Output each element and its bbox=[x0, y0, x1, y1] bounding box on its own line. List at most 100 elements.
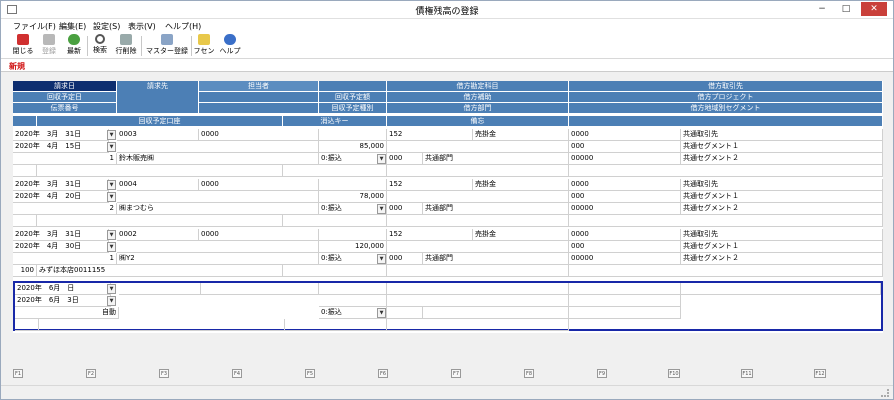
partner-name-field[interactable]: 共通取引先 bbox=[681, 179, 883, 191]
segment-code-field[interactable]: 00000 bbox=[569, 253, 681, 265]
slip-no-field[interactable]: 1 bbox=[13, 153, 117, 165]
header-debit-segment[interactable]: 借方地域別セグメント bbox=[569, 103, 883, 114]
chevron-down-icon[interactable]: ▼ bbox=[107, 142, 116, 152]
empty-cell[interactable] bbox=[569, 165, 883, 177]
partner-code-field[interactable]: 0000 bbox=[569, 229, 681, 241]
header-collect-amount[interactable]: 回収予定額 bbox=[319, 92, 387, 103]
chevron-down-icon[interactable]: ▼ bbox=[107, 230, 116, 240]
maximize-button[interactable]: □ bbox=[837, 2, 855, 16]
resize-grip-icon[interactable] bbox=[881, 389, 889, 397]
memo-field[interactable] bbox=[387, 165, 569, 177]
bank-code-field[interactable] bbox=[13, 165, 37, 177]
invoice-date-field[interactable]: 2020年 3月 31日 bbox=[13, 229, 109, 241]
close-button[interactable]: 閉じる bbox=[11, 34, 35, 58]
segment-name-field[interactable]: 共通セグメント２ bbox=[681, 253, 883, 265]
bank-name-field[interactable] bbox=[37, 215, 283, 227]
new-customer-field[interactable] bbox=[119, 283, 201, 295]
menu-help[interactable]: ヘルプ(H) bbox=[165, 21, 201, 32]
header-staff[interactable]: 担当者 bbox=[199, 81, 319, 92]
amount-field[interactable]: 85,000 bbox=[319, 141, 387, 153]
project-name-field[interactable]: 共通セグメント１ bbox=[681, 241, 883, 253]
clearing-key-field[interactable] bbox=[283, 165, 387, 177]
header-slip-no[interactable]: 伝票番号 bbox=[13, 103, 117, 114]
fkey-4[interactable]: F4 bbox=[232, 369, 242, 378]
new-amount-field[interactable] bbox=[319, 295, 387, 307]
empty-cell[interactable] bbox=[117, 141, 319, 153]
minimize-button[interactable]: − bbox=[813, 2, 831, 16]
customer-name-field[interactable]: ㈱まつむら bbox=[117, 203, 319, 215]
chevron-down-icon[interactable]: ▼ bbox=[377, 204, 386, 214]
customer-code-field[interactable]: 0002 bbox=[117, 229, 199, 241]
customer-name-field[interactable]: 鈴木販売㈱ bbox=[117, 153, 319, 165]
dept-code-field[interactable]: 000 bbox=[387, 253, 423, 265]
new-account-field[interactable] bbox=[387, 283, 569, 295]
register-button[interactable]: 登録 bbox=[39, 34, 59, 58]
account-name-field[interactable]: 売掛金 bbox=[473, 129, 569, 141]
new-empty-cell[interactable] bbox=[319, 283, 387, 295]
fkey-2[interactable]: F2 bbox=[86, 369, 96, 378]
customer-code-field[interactable]: 0003 bbox=[117, 129, 199, 141]
new-dept-code-field[interactable] bbox=[387, 307, 423, 319]
new-partner-name-field[interactable] bbox=[681, 283, 881, 295]
new-bank-code-field[interactable] bbox=[15, 319, 39, 331]
new-invoice-date-field[interactable]: 2020年 6月 日 bbox=[15, 283, 111, 295]
clearing-key-field[interactable] bbox=[283, 265, 387, 277]
delete-row-button[interactable]: 行削除 bbox=[114, 34, 138, 58]
chevron-down-icon[interactable]: ▼ bbox=[107, 192, 116, 202]
sub-code-field[interactable] bbox=[387, 191, 569, 203]
segment-name-field[interactable]: 共通セグメント２ bbox=[681, 203, 883, 215]
new-clearing-key-field[interactable] bbox=[285, 319, 387, 331]
staff-code-field[interactable]: 0000 bbox=[199, 229, 319, 241]
menu-file[interactable]: ファイル(F) bbox=[13, 21, 56, 32]
empty-cell[interactable] bbox=[319, 229, 387, 241]
close-window-button[interactable]: ✕ bbox=[861, 2, 887, 16]
chevron-down-icon[interactable]: ▼ bbox=[107, 130, 116, 140]
due-date-field[interactable]: 2020年 4月 20日 bbox=[13, 191, 109, 203]
chevron-down-icon[interactable]: ▼ bbox=[107, 180, 116, 190]
fkey-7[interactable]: F7 bbox=[451, 369, 461, 378]
new-memo-field[interactable] bbox=[387, 319, 569, 331]
new-partner-field[interactable] bbox=[569, 283, 681, 295]
segment-code-field[interactable]: 00000 bbox=[569, 153, 681, 165]
customer-name-field[interactable]: ㈱Y2 bbox=[117, 253, 319, 265]
account-code-field[interactable]: 152 bbox=[387, 129, 473, 141]
project-code-field[interactable]: 000 bbox=[569, 141, 681, 153]
header-debit-dept[interactable]: 借方部門 bbox=[387, 103, 569, 114]
empty-cell[interactable] bbox=[319, 129, 387, 141]
segment-code-field[interactable]: 00000 bbox=[569, 203, 681, 215]
new-staff-field[interactable] bbox=[201, 283, 319, 295]
slip-no-field[interactable]: 1 bbox=[13, 253, 117, 265]
bank-name-field[interactable]: みずほ本店0011155 bbox=[37, 265, 283, 277]
empty-cell[interactable] bbox=[569, 215, 883, 227]
account-code-field[interactable]: 152 bbox=[387, 229, 473, 241]
new-dept-name-field[interactable] bbox=[423, 307, 569, 319]
fkey-5[interactable]: F5 bbox=[305, 369, 315, 378]
empty-cell[interactable] bbox=[117, 241, 319, 253]
sub-code-field[interactable] bbox=[387, 141, 569, 153]
new-record-block[interactable]: 2020年 6月 日 ▼ 2020年 6月 3日 ▼ 自動 0:振込 ▼ bbox=[13, 281, 883, 331]
due-date-field[interactable]: 2020年 4月 15日 bbox=[13, 141, 109, 153]
staff-code-field[interactable]: 0000 bbox=[199, 179, 319, 191]
project-code-field[interactable]: 000 bbox=[569, 191, 681, 203]
customer-code-field[interactable]: 0004 bbox=[117, 179, 199, 191]
fkey-8[interactable]: F8 bbox=[524, 369, 534, 378]
header-collect-account[interactable]: 回収予定口座 bbox=[37, 116, 283, 127]
project-name-field[interactable]: 共通セグメント１ bbox=[681, 141, 883, 153]
header-debit-sub[interactable]: 借方補助 bbox=[387, 92, 569, 103]
empty-cell[interactable] bbox=[117, 191, 319, 203]
header-debit-account[interactable]: 借方勘定科目 bbox=[387, 81, 569, 92]
header-customer[interactable]: 請求先 bbox=[117, 81, 199, 114]
menu-settings[interactable]: 設定(S) bbox=[93, 21, 120, 32]
menu-view[interactable]: 表示(V) bbox=[128, 21, 156, 32]
new-due-date-field[interactable]: 2020年 6月 3日 bbox=[15, 295, 111, 307]
invoice-date-field[interactable]: 2020年 3月 31日 bbox=[13, 129, 109, 141]
header-invoice-date[interactable]: 請求日 bbox=[13, 81, 117, 92]
new-project-field[interactable] bbox=[569, 295, 681, 307]
new-slip-no-field[interactable]: 自動 bbox=[15, 307, 119, 319]
fkey-6[interactable]: F6 bbox=[378, 369, 388, 378]
new-sub-field[interactable] bbox=[387, 295, 569, 307]
partner-code-field[interactable]: 0000 bbox=[569, 179, 681, 191]
refresh-button[interactable]: 最新 bbox=[64, 34, 84, 58]
account-code-field[interactable]: 152 bbox=[387, 179, 473, 191]
memo-field[interactable] bbox=[387, 215, 569, 227]
